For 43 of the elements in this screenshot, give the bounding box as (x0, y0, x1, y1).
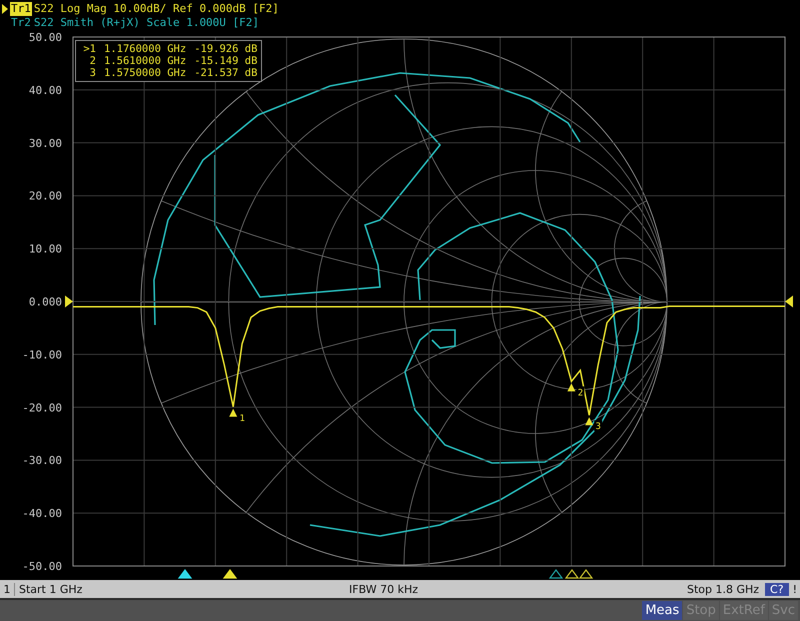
marker-label: 2 (578, 388, 584, 398)
stimulus-marker-icon[interactable] (564, 569, 580, 579)
calibration-badge: C? (765, 582, 789, 596)
marker-icon (229, 408, 238, 417)
stimulus-marker-icon[interactable] (548, 569, 564, 579)
y-axis-label: 40.00 (28, 84, 62, 97)
y-axis-label: 50.00 (28, 31, 62, 44)
y-axis-label: 0.000 (28, 296, 62, 308)
trace-settings: S22 Smith (R+jX) Scale 1.000U [F2] (34, 16, 260, 30)
stimulus-marker-icon[interactable] (578, 569, 594, 579)
trace-settings: S22 Log Mag 10.00dB/ Ref 0.000dB [F2] (34, 2, 279, 16)
reference-level-icon[interactable] (65, 296, 73, 308)
marker-frequency: 1.1760000 GHz (104, 43, 186, 55)
trace-label[interactable]: Tr1 (10, 2, 32, 16)
start-frequency: Start 1 GHz (19, 582, 84, 596)
active-trace-icon (2, 4, 8, 14)
marker-number: 2 (88, 55, 96, 67)
y-axis-label: -10.00 (22, 348, 62, 362)
marker-label: 3 (596, 422, 601, 432)
y-axis-label: 10.00 (28, 242, 62, 256)
marker-value: -19.926 dB (194, 43, 258, 55)
marker-frequency: 1.5750000 GHz (104, 67, 186, 79)
y-axis-label: 20.00 (28, 190, 62, 203)
marker-number: 3 (88, 67, 96, 79)
marker-icon (585, 417, 594, 426)
marker-number: >1 (82, 43, 96, 55)
y-axis-label: -30.00 (22, 454, 62, 468)
ifbw-value: IFBW 70 kHz (349, 582, 420, 596)
reference-level-icon[interactable] (785, 296, 793, 308)
marker-value: -21.537 dB (194, 67, 258, 79)
marker-label: 1 (240, 414, 245, 424)
y-axis-label: -40.00 (22, 507, 62, 520)
alert-indicator: ! (792, 582, 797, 596)
marker-icon (567, 383, 576, 392)
channel-number: 1 (0, 582, 15, 596)
trace-label[interactable]: Tr2 (10, 16, 32, 30)
y-axis-label: 30.00 (28, 136, 62, 150)
y-axis-label: -50.00 (22, 560, 62, 573)
y-axis-label: -20.00 (22, 401, 62, 414)
status-key[interactable]: Meas (642, 601, 682, 620)
marker-value: -15.149 dB (194, 55, 258, 67)
marker-frequency: 1.5610000 GHz (104, 55, 186, 67)
stop-frequency: Stop 1.8 GHz (686, 582, 760, 596)
